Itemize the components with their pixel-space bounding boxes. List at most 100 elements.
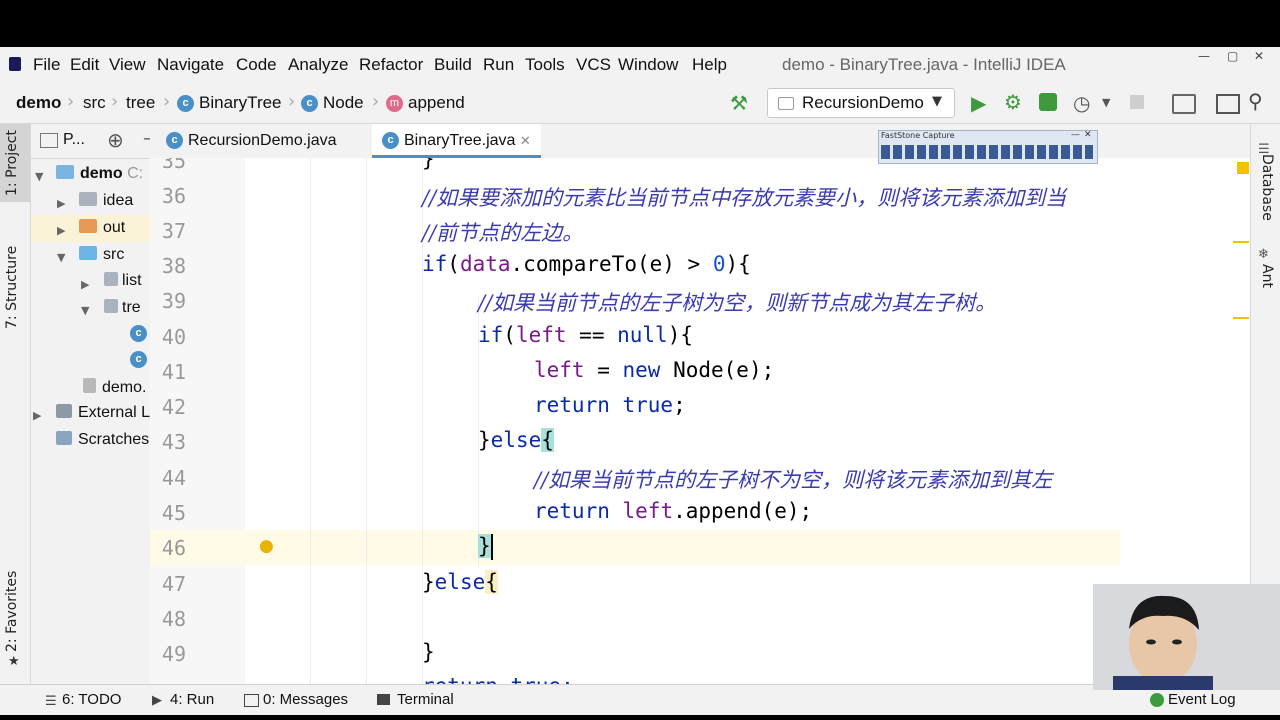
coverage-icon[interactable] (1039, 93, 1057, 111)
collapse-arrow-icon[interactable]: ▶ (57, 224, 65, 237)
indent-guide (310, 158, 311, 684)
menu-file[interactable]: File (33, 55, 60, 75)
capture-tool-icons[interactable] (881, 145, 1093, 159)
database-tool-label[interactable]: Database (1259, 154, 1275, 221)
class-icon: c (130, 325, 147, 342)
code-comment: //如果当前节点的左子树为空，则新节点成为其左子树。 (478, 291, 997, 315)
tree-item-scratches[interactable]: Scratches (56, 431, 149, 449)
locate-icon[interactable]: ⊕ (107, 128, 124, 152)
breadcrumb-append[interactable]: m append (386, 93, 465, 113)
tab-recursiondemo[interactable]: c RecursionDemo.java (156, 124, 347, 158)
menu-navigate[interactable]: Navigate (157, 55, 224, 75)
code-editor[interactable]: 35 } 36 //如果要添加的元素比当前节点中存放元素要小，则将该元素添加到当… (150, 158, 1250, 684)
project-structure-icon[interactable] (1172, 94, 1196, 114)
favorites-tool-label[interactable]: 2: Favorites (4, 571, 20, 652)
tree-item-class[interactable]: c (130, 325, 150, 343)
capture-toolbar[interactable]: FastStone Capture — ✕ (878, 130, 1098, 164)
chevron-down-icon: ▼ (932, 94, 942, 109)
tree-item-list[interactable]: list (104, 272, 142, 290)
code-comment: //如果要添加的元素比当前节点中存放元素要小，则将该元素添加到当 (422, 186, 1067, 210)
line-number: 46 (161, 536, 186, 560)
event-log-tool-button[interactable]: Event Log (1168, 691, 1236, 708)
run-tool-button[interactable]: 4: Run (170, 691, 214, 708)
menu-run[interactable]: Run (483, 55, 514, 75)
tree-item-src[interactable]: src (79, 246, 124, 264)
minimize-icon[interactable]: — (1198, 49, 1210, 63)
run-icon: ▶ (152, 693, 162, 708)
menu-tools[interactable]: Tools (525, 55, 565, 75)
expand-arrow-icon[interactable]: ▼ (81, 304, 89, 317)
code-line: return left.append(e); (534, 499, 813, 523)
breadcrumb-tree[interactable]: tree (126, 93, 155, 113)
expand-arrow-icon[interactable]: ▼ (35, 170, 43, 183)
structure-tool-label[interactable]: 7: Structure (4, 246, 20, 329)
minimize-icon[interactable]: — (1071, 130, 1080, 140)
tree-item-external-libraries[interactable]: External L (56, 404, 150, 422)
webcam-overlay (1093, 584, 1280, 690)
search-icon[interactable]: ⚲ (1248, 89, 1263, 113)
stop-icon[interactable] (1130, 95, 1144, 109)
menu-analyze[interactable]: Analyze (288, 55, 348, 75)
tree-item-tree[interactable]: tre (104, 299, 141, 317)
terminal-tool-button[interactable]: Terminal (397, 691, 454, 708)
run-icon[interactable]: ▶ (971, 91, 986, 115)
navigation-bar: demo › src › tree › c BinaryTree › c Node … (0, 83, 1280, 124)
messages-tool-button[interactable]: 0: Messages (263, 691, 348, 708)
ant-icon: ❄ (1258, 247, 1269, 262)
event-log-icon (1150, 693, 1164, 707)
chevron-right-icon: › (111, 91, 119, 112)
tree-item-demo-iml[interactable]: demo. (83, 378, 146, 397)
run-config-select[interactable]: RecursionDemo ▼ (767, 88, 955, 118)
profile-icon[interactable]: ◷ (1073, 91, 1090, 115)
collapse-arrow-icon[interactable]: ▶ (57, 197, 65, 210)
chevron-down-icon[interactable]: ▼ (1102, 96, 1110, 109)
project-panel-header: P... ⊕ – (31, 124, 150, 159)
collapse-arrow-icon[interactable]: ▶ (81, 278, 89, 291)
expand-arrow-icon[interactable]: ▼ (57, 251, 65, 264)
file-icon (83, 378, 96, 393)
menu-edit[interactable]: Edit (70, 55, 99, 75)
debug-icon[interactable]: ⚙ (1004, 90, 1022, 114)
build-hammer-icon[interactable]: ⚒ (730, 91, 748, 115)
breadcrumb-demo[interactable]: demo (16, 93, 61, 113)
folder-view-icon (40, 133, 58, 148)
star-icon: ★ (8, 654, 20, 669)
todo-tool-button[interactable]: 6: TODO (62, 691, 121, 708)
breadcrumb-src[interactable]: src (83, 93, 106, 113)
project-tool-label[interactable]: 1: Project (4, 130, 20, 196)
close-icon[interactable]: ✕ (1254, 49, 1264, 63)
ant-tool-label[interactable]: Ant (1259, 264, 1275, 288)
tree-item-demo[interactable]: demo C: (56, 165, 143, 183)
code-line: }else{ (422, 570, 498, 594)
code-line: } (422, 640, 435, 664)
menu-vcs[interactable]: VCS (576, 55, 611, 75)
tree-item-class-runnable[interactable]: c (130, 351, 150, 369)
close-icon[interactable]: ✕ (1084, 130, 1092, 140)
chevron-right-icon: › (372, 91, 380, 112)
layout-icon[interactable] (1216, 94, 1240, 114)
menu-help[interactable]: Help (692, 55, 727, 75)
tree-item-idea[interactable]: idea (79, 192, 133, 210)
close-tab-icon[interactable]: ✕ (520, 133, 531, 148)
line-number: 49 (161, 642, 186, 666)
menu-refactor[interactable]: Refactor (359, 55, 423, 75)
list-icon: ☰ (45, 694, 57, 709)
folder-icon (79, 246, 97, 260)
menu-build[interactable]: Build (434, 55, 472, 75)
project-view-select[interactable]: P... (63, 131, 85, 149)
tab-binarytree[interactable]: c BinaryTree.java ✕ (372, 124, 541, 158)
collapse-arrow-icon[interactable]: ▶ (33, 409, 41, 422)
error-stripe-mark[interactable] (1233, 241, 1249, 243)
breadcrumb-binarytree[interactable]: c BinaryTree (177, 93, 282, 113)
divider: – (143, 128, 150, 149)
lightbulb-icon[interactable]: ● (259, 536, 274, 556)
warning-marker[interactable] (1237, 162, 1249, 174)
tree-item-out[interactable]: out (79, 219, 125, 237)
breadcrumb-node[interactable]: c Node (301, 93, 364, 113)
error-stripe-mark[interactable] (1233, 317, 1249, 319)
menu-code[interactable]: Code (236, 55, 277, 75)
menu-view[interactable]: View (109, 55, 146, 75)
menu-window[interactable]: Window (618, 55, 678, 75)
maximize-icon[interactable]: ▢ (1227, 49, 1238, 63)
code-line: return true; (534, 393, 686, 417)
